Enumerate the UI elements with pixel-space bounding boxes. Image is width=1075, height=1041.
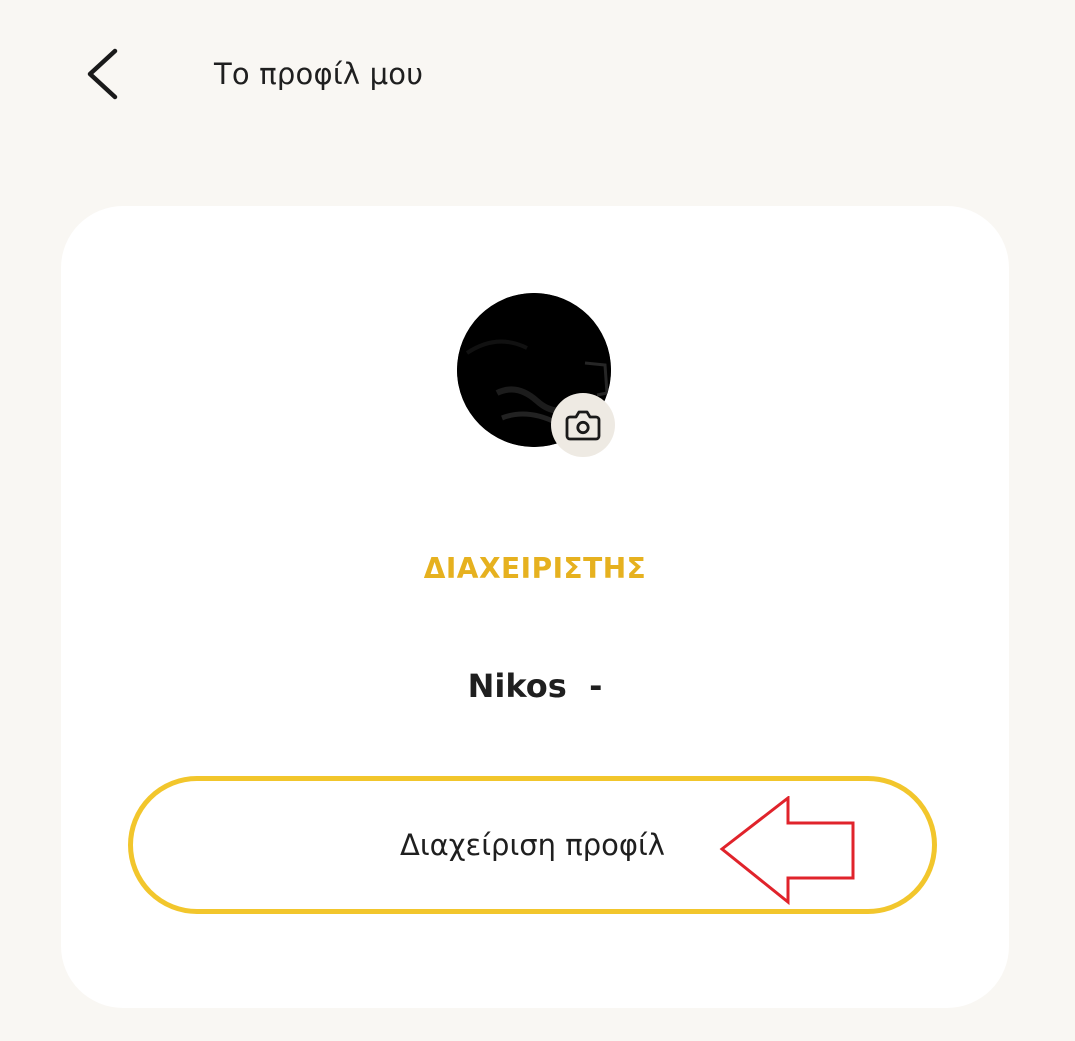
camera-icon [565,410,601,441]
page-title: Το προφίλ μου [214,57,424,91]
user-name: Nikos - [467,667,603,705]
avatar-container [457,293,617,457]
annotation-arrow-icon [719,796,855,906]
role-badge: ΔΙΑΧΕΙΡΙΣΤΗΣ [423,552,647,585]
chevron-left-icon [87,48,118,100]
top-bar: Το προφίλ μου [0,0,1075,150]
profile-card: ΔΙΑΧΕΙΡΙΣΤΗΣ Nikos - Διαχείριση προφίλ [61,206,1009,1008]
back-button[interactable] [78,44,134,104]
manage-profile-label: Διαχείριση προφίλ [400,828,665,862]
change-photo-button[interactable] [551,393,615,457]
